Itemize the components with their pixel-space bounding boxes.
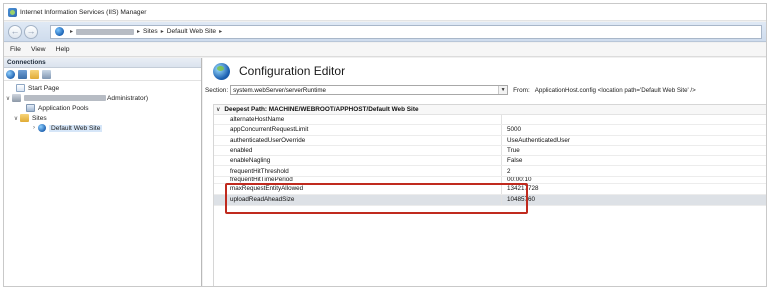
breadcrumb-separator: ▸ bbox=[137, 29, 141, 35]
address-bar: ← → ▸ ▸ Sites ▸ Default Web Site ▸ bbox=[4, 22, 766, 42]
property-name: frequentHitThreshold bbox=[214, 166, 502, 176]
page-title: Configuration Editor bbox=[239, 64, 346, 78]
forward-arrow-icon[interactable]: → bbox=[24, 24, 38, 39]
tree-label-default-web-site: Default Web Site bbox=[49, 124, 103, 132]
property-value[interactable]: 2 bbox=[502, 166, 511, 175]
dropdown-arrow-icon[interactable]: ▼ bbox=[498, 86, 508, 94]
property-value[interactable]: False bbox=[502, 156, 522, 165]
table-row[interactable]: enableNagling False bbox=[214, 156, 766, 167]
collapse-chevron-icon[interactable]: ∨ bbox=[216, 106, 220, 113]
property-value[interactable]: 5000 bbox=[502, 125, 521, 134]
tree-item-start-page[interactable]: Start Page bbox=[4, 83, 201, 93]
property-name: authenticatedUserOverride bbox=[214, 135, 502, 145]
tree-item-sites[interactable]: ∨ Sites bbox=[4, 113, 201, 123]
section-dropdown[interactable]: system.webServer/serverRuntime ▼ bbox=[230, 85, 509, 95]
property-value[interactable]: 134217728 bbox=[502, 184, 539, 194]
property-value[interactable]: UseAuthenticatedUser bbox=[502, 136, 570, 145]
table-row[interactable]: frequentHitTimePeriod 00:00:10 bbox=[214, 176, 766, 184]
menu-file[interactable]: File bbox=[10, 46, 21, 53]
property-grid: ∨ Deepest Path: MACHINE/WEBROOT/APPHOST/… bbox=[213, 104, 766, 286]
from-label: From: bbox=[513, 86, 530, 94]
section-row: Section: system.webServer/serverRuntime … bbox=[203, 84, 766, 96]
property-name: uploadReadAheadSize bbox=[214, 194, 502, 205]
property-name: frequentHitTimePeriod bbox=[214, 176, 502, 183]
table-row-selected[interactable]: uploadReadAheadSize 10485760 bbox=[214, 194, 766, 206]
property-name: enableNagling bbox=[214, 156, 502, 166]
iis-manager-window: Internet Information Services (IIS) Mana… bbox=[3, 3, 767, 287]
collapse-chevron-icon[interactable]: ∨ bbox=[4, 95, 12, 102]
property-name: alternateHostName bbox=[214, 115, 502, 125]
configuration-editor-panel: Configuration Editor Section: system.web… bbox=[203, 58, 766, 286]
iis-app-icon bbox=[8, 7, 17, 17]
property-value[interactable]: True bbox=[502, 146, 520, 155]
title-bar: Internet Information Services (IIS) Mana… bbox=[4, 4, 766, 21]
redacted-server-name bbox=[76, 28, 135, 35]
connect-globe-icon[interactable] bbox=[6, 69, 15, 79]
window-title: Internet Information Services (IIS) Mana… bbox=[20, 8, 147, 16]
start-page-icon bbox=[16, 84, 25, 92]
table-row[interactable]: frequentHitThreshold 2 bbox=[214, 166, 766, 177]
server-icon bbox=[12, 94, 21, 102]
table-row[interactable]: maxRequestEntityAllowed 134217728 bbox=[214, 183, 766, 195]
property-value[interactable]: 00:00:10 bbox=[502, 177, 532, 183]
breadcrumb-separator: ▸ bbox=[219, 29, 223, 35]
breadcrumb-sites[interactable]: Sites bbox=[143, 28, 158, 35]
table-row[interactable]: appConcurrentRequestLimit 5000 bbox=[214, 125, 766, 136]
menu-help[interactable]: Help bbox=[56, 46, 70, 53]
tree-label-server: Administrator) bbox=[107, 94, 149, 102]
breadcrumb-separator: ▸ bbox=[70, 29, 74, 35]
connections-panel: Connections Start Page ∨ Administrator) bbox=[4, 58, 202, 286]
breadcrumb[interactable]: ▸ ▸ Sites ▸ Default Web Site ▸ bbox=[50, 24, 762, 39]
section-label: Section: bbox=[205, 86, 229, 94]
tree-item-default-web-site[interactable]: › Default Web Site bbox=[4, 123, 201, 133]
connections-icon[interactable] bbox=[42, 69, 51, 79]
section-value: system.webServer/serverRuntime bbox=[233, 86, 326, 94]
redacted-server-name bbox=[24, 95, 106, 101]
editor-header: Configuration Editor bbox=[203, 58, 766, 84]
configuration-editor-icon bbox=[213, 62, 230, 80]
connections-tree: Start Page ∨ Administrator) Application … bbox=[4, 81, 201, 133]
tree-item-application-pools[interactable]: Application Pools bbox=[4, 103, 201, 113]
menu-bar: File View Help bbox=[4, 43, 766, 57]
save-icon[interactable] bbox=[18, 69, 27, 79]
back-arrow-icon[interactable]: ← bbox=[8, 24, 22, 39]
breadcrumb-default-web-site[interactable]: Default Web Site bbox=[167, 28, 216, 35]
table-row[interactable]: authenticatedUserOverride UseAuthenticat… bbox=[214, 135, 766, 146]
property-value[interactable]: 10485760 bbox=[502, 195, 535, 205]
table-row[interactable]: enabled True bbox=[214, 145, 766, 157]
grid-group-header[interactable]: ∨ Deepest Path: MACHINE/WEBROOT/APPHOST/… bbox=[214, 105, 766, 115]
table-row[interactable]: alternateHostName bbox=[214, 115, 766, 126]
collapse-chevron-icon[interactable]: ∨ bbox=[12, 115, 20, 122]
from-value: ApplicationHost.config <location path='D… bbox=[534, 86, 696, 94]
tree-item-server[interactable]: ∨ Administrator) bbox=[4, 93, 201, 103]
breadcrumb-separator: ▸ bbox=[160, 29, 164, 35]
tree-label-start-page: Start Page bbox=[28, 84, 60, 92]
sites-folder-icon bbox=[20, 114, 29, 122]
connections-header: Connections bbox=[4, 58, 201, 68]
property-name: appConcurrentRequestLimit bbox=[214, 125, 502, 135]
connections-toolbar bbox=[4, 68, 201, 81]
application-pools-icon bbox=[26, 104, 35, 112]
globe-icon bbox=[55, 27, 64, 36]
tree-label-application-pools: Application Pools bbox=[38, 104, 89, 112]
expand-chevron-icon[interactable]: › bbox=[30, 125, 38, 131]
website-globe-icon bbox=[38, 124, 46, 132]
folder-icon[interactable] bbox=[30, 69, 39, 79]
property-name: maxRequestEntityAllowed bbox=[214, 183, 502, 194]
group-header-label: Deepest Path: MACHINE/WEBROOT/APPHOST/De… bbox=[224, 106, 419, 113]
menu-view[interactable]: View bbox=[31, 46, 46, 53]
property-value[interactable] bbox=[502, 115, 507, 124]
property-name: enabled bbox=[214, 145, 502, 156]
tree-label-sites: Sites bbox=[32, 114, 47, 122]
